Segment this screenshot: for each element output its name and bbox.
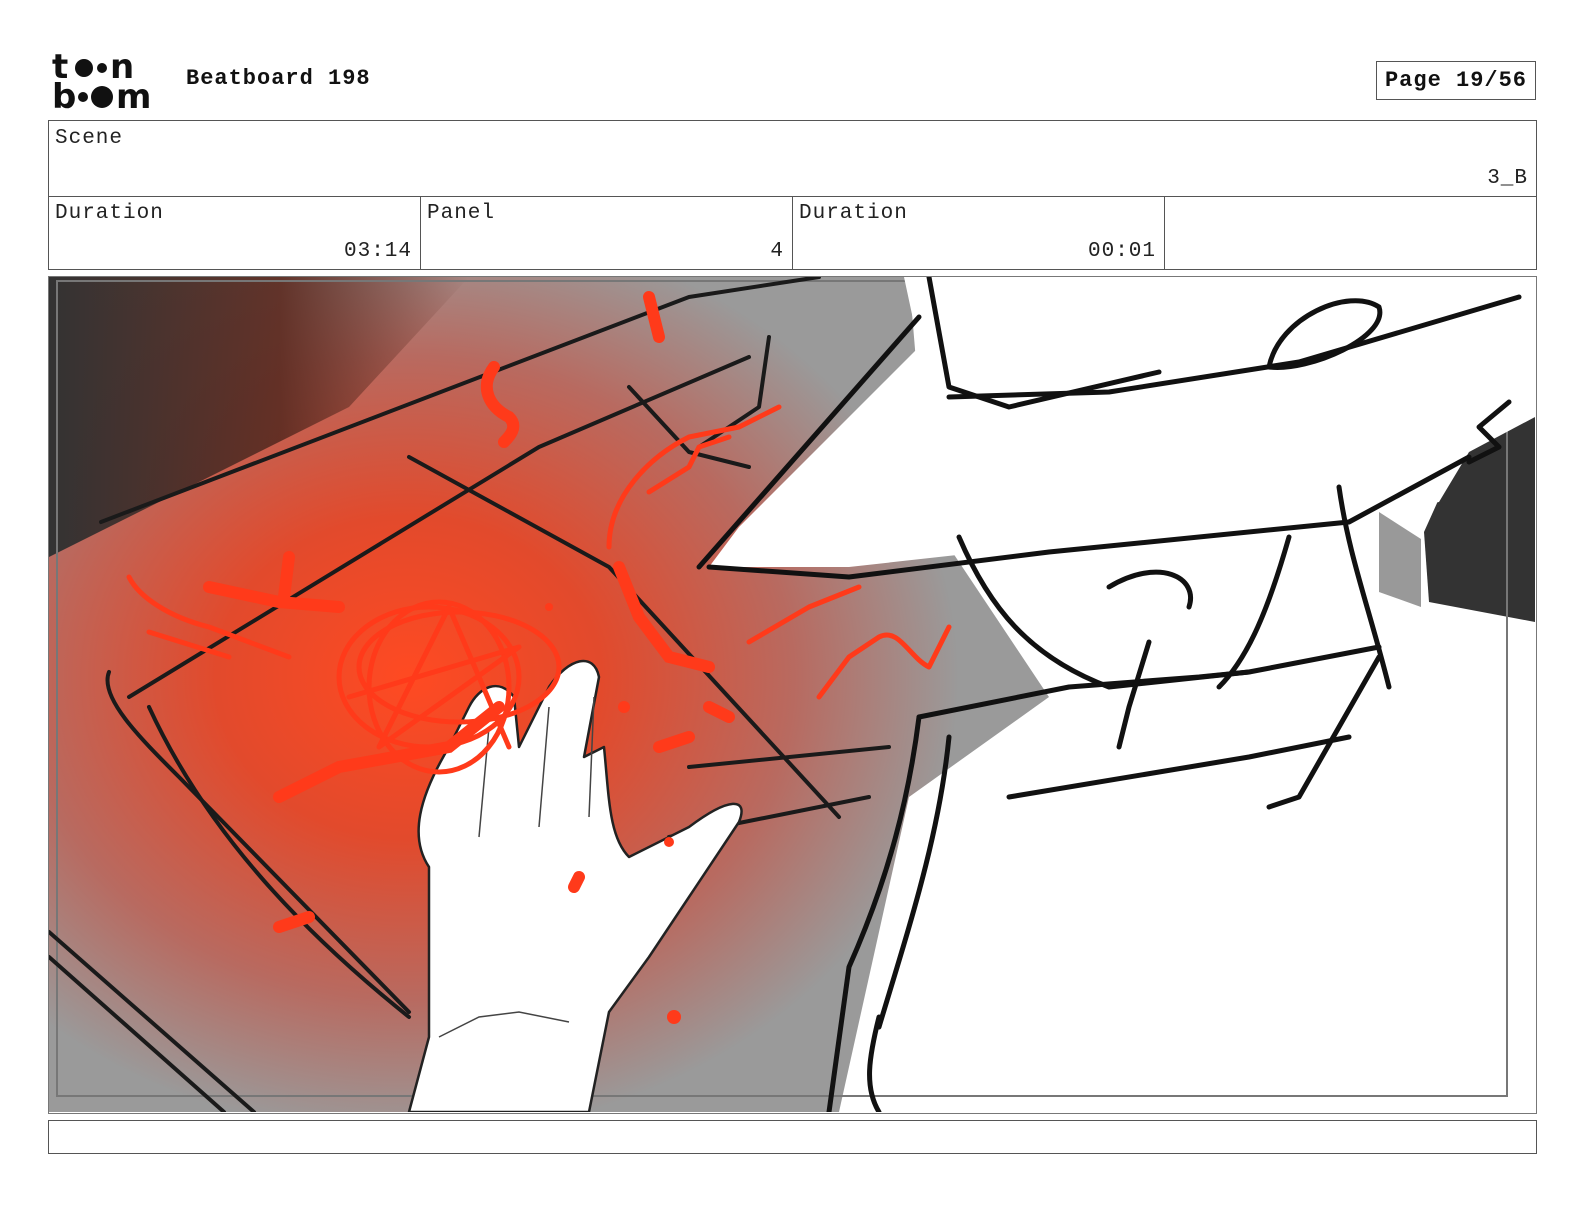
scene-label: Scene bbox=[55, 127, 124, 150]
scene-duration-value: 03:14 bbox=[343, 240, 412, 263]
storyboard-panel-image bbox=[48, 276, 1537, 1114]
panel-duration-cell: Duration 00:01 bbox=[793, 196, 1165, 269]
panel-duration-label: Duration bbox=[799, 202, 908, 225]
panel-info-row: Duration 03:14 Panel 4 Duration 00:01 bbox=[49, 196, 1536, 269]
svg-text:b: b bbox=[52, 77, 76, 112]
svg-text:m: m bbox=[116, 77, 151, 112]
panel-cell: Panel 4 bbox=[421, 196, 793, 269]
empty-cell bbox=[1165, 196, 1536, 269]
scene-value: 3_B bbox=[1487, 167, 1528, 190]
scene-row: Scene 3_B bbox=[49, 121, 1536, 197]
page-indicator: Page 19/56 bbox=[1376, 61, 1536, 100]
scene-duration-cell: Duration 03:14 bbox=[49, 196, 421, 269]
scene-info-table: Scene 3_B Duration 03:14 Panel 4 Duratio… bbox=[48, 120, 1537, 270]
toon-boom-logo: t n b m bbox=[52, 47, 164, 117]
notes-box bbox=[48, 1120, 1537, 1154]
panel-value: 4 bbox=[770, 240, 784, 263]
board-title: Beatboard 198 bbox=[186, 66, 371, 91]
panel-duration-value: 00:01 bbox=[1087, 240, 1156, 263]
panel-label: Panel bbox=[427, 202, 496, 225]
scene-duration-label: Duration bbox=[55, 202, 164, 225]
